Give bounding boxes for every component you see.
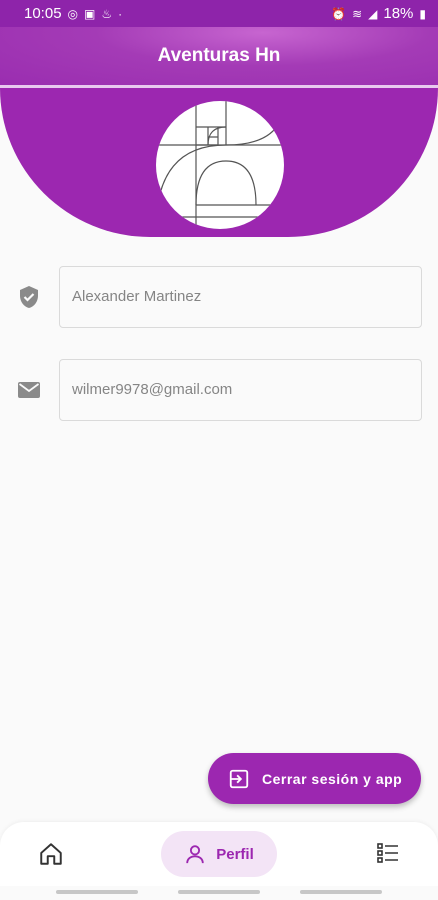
wifi-icon: ≋ [352,6,363,21]
notification-icon: ♨ [101,6,113,21]
app-bar: Aventuras Hn [0,27,438,85]
system-nav-back[interactable] [300,890,382,894]
email-field[interactable]: wilmer9978@gmail.com [59,359,422,421]
golden-spiral-icon [156,101,284,229]
system-nav-recent[interactable] [56,890,138,894]
name-row: Alexander Martinez [0,266,438,328]
status-bar: 10:05 ◎ ▣ ♨ · ⏰ ≋ ◢ 18% ▮ [0,0,438,27]
status-time: 10:05 [24,5,62,22]
dot-icon: · [118,6,123,21]
home-icon[interactable] [38,841,64,867]
bottom-nav: Perfil [0,822,438,886]
email-row: wilmer9978@gmail.com [0,359,438,421]
nav-profile-tab[interactable]: Perfil [161,831,277,877]
shield-check-icon [20,286,38,308]
battery-icon: ▮ [419,6,426,21]
system-nav-bar [0,886,438,900]
battery-percent: 18% [383,5,414,22]
email-icon [18,382,40,398]
signal-icon: ◢ [368,6,378,21]
logout-button[interactable]: Cerrar sesión y app [208,753,421,804]
golden-spiral-logo [156,101,284,229]
list-icon[interactable] [376,841,400,865]
app-title: Aventuras Hn [157,45,281,66]
image-icon: ▣ [84,6,96,21]
logout-icon [229,769,249,788]
alarm-icon: ⏰ [331,6,347,21]
system-nav-home[interactable] [178,890,260,894]
name-field[interactable]: Alexander Martinez [59,266,422,328]
person-icon [186,845,204,864]
instagram-icon: ◎ [67,6,79,21]
logout-label: Cerrar sesión y app [262,770,403,787]
nav-profile-label: Perfil [216,845,254,863]
